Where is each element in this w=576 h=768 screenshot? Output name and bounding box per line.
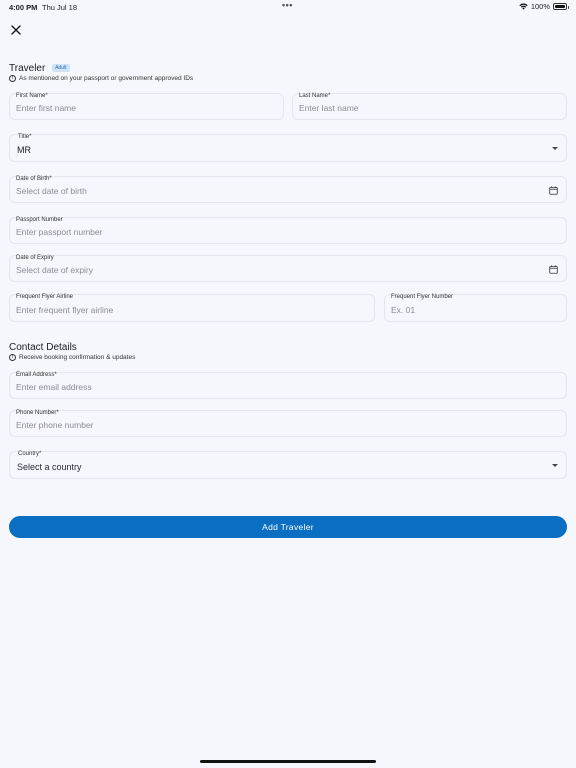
last-name-field[interactable]: Last Name* — [292, 93, 567, 120]
date-of-expiry-field[interactable]: Date of Expiry — [9, 255, 567, 282]
country-label: Country* — [18, 451, 42, 457]
status-time: 4:00 PM — [9, 3, 38, 12]
traveler-section-title: Traveler Adult — [9, 63, 70, 74]
last-name-label: Last Name* — [299, 93, 331, 99]
first-name-label: First Name* — [16, 93, 48, 99]
title-label: Title* — [18, 134, 32, 140]
traveler-title: Traveler — [9, 63, 46, 74]
dob-input[interactable] — [16, 186, 542, 196]
phone-field[interactable]: Phone Number* — [9, 410, 567, 437]
last-name-input[interactable] — [299, 103, 542, 113]
status-date: Thu Jul 18 — [42, 3, 78, 12]
ff-airline-input[interactable] — [16, 305, 350, 315]
ff-number-label: Frequent Flyer Number — [391, 294, 454, 300]
email-field[interactable]: Email Address* — [9, 372, 567, 399]
close-button[interactable] — [8, 22, 24, 38]
email-input[interactable] — [16, 382, 542, 392]
passport-label: Passport Number — [16, 217, 63, 223]
close-icon — [11, 25, 21, 35]
multitasking-dots[interactable]: ••• — [282, 0, 293, 10]
passport-number-field[interactable]: Passport Number — [9, 217, 567, 244]
contact-info: ! Receive booking confirmation & updates — [9, 354, 135, 361]
frequent-flyer-airline-field[interactable]: Frequent Flyer Airline — [9, 294, 375, 322]
expiry-label: Date of Expiry — [16, 255, 54, 261]
status-bar: 4:00 PM Thu Jul 18 ••• 100% — [0, 0, 576, 14]
home-indicator[interactable] — [200, 760, 376, 763]
contact-title: Contact Details — [9, 342, 77, 353]
first-name-field[interactable]: First Name* — [9, 93, 284, 120]
chevron-down-icon — [552, 464, 558, 467]
passport-input[interactable] — [16, 227, 542, 237]
phone-label: Phone Number* — [16, 410, 59, 416]
add-traveler-button[interactable]: Add Traveler — [9, 516, 567, 538]
title-select[interactable]: Title* MR — [9, 134, 567, 162]
battery-icon — [553, 3, 569, 10]
calendar-icon[interactable] — [549, 186, 558, 195]
first-name-input[interactable] — [16, 103, 259, 113]
expiry-input[interactable] — [16, 265, 542, 275]
phone-input[interactable] — [16, 420, 542, 430]
battery-level — [555, 5, 565, 8]
traveler-type-badge: Adult — [52, 64, 70, 73]
chevron-down-icon — [552, 147, 558, 150]
email-label: Email Address* — [16, 372, 57, 378]
title-value: MR — [17, 145, 31, 155]
wifi-icon — [519, 3, 528, 10]
info-icon: ! — [9, 75, 16, 82]
country-select[interactable]: Country* Select a country — [9, 451, 567, 479]
contact-section-title: Contact Details — [9, 342, 77, 353]
date-of-birth-field[interactable]: Date of Birth* — [9, 176, 567, 203]
ff-airline-label: Frequent Flyer Airline — [16, 294, 74, 300]
dob-label: Date of Birth* — [16, 176, 52, 182]
calendar-icon[interactable] — [549, 265, 558, 274]
traveler-info: ! As mentioned on your passport or gover… — [9, 75, 193, 82]
battery-percent: 100% — [530, 2, 550, 11]
info-icon: ! — [9, 354, 16, 361]
traveler-info-text: As mentioned on your passport or governm… — [19, 75, 194, 82]
frequent-flyer-number-field[interactable]: Frequent Flyer Number — [384, 294, 567, 322]
status-indicators: 100% — [519, 2, 569, 11]
ff-number-input[interactable] — [391, 305, 542, 315]
contact-info-text: Receive booking confirmation & updates — [19, 354, 136, 361]
add-traveler-screen: 4:00 PM Thu Jul 18 ••• 100% Traveler Adu… — [0, 0, 576, 768]
country-value: Select a country — [17, 462, 82, 472]
